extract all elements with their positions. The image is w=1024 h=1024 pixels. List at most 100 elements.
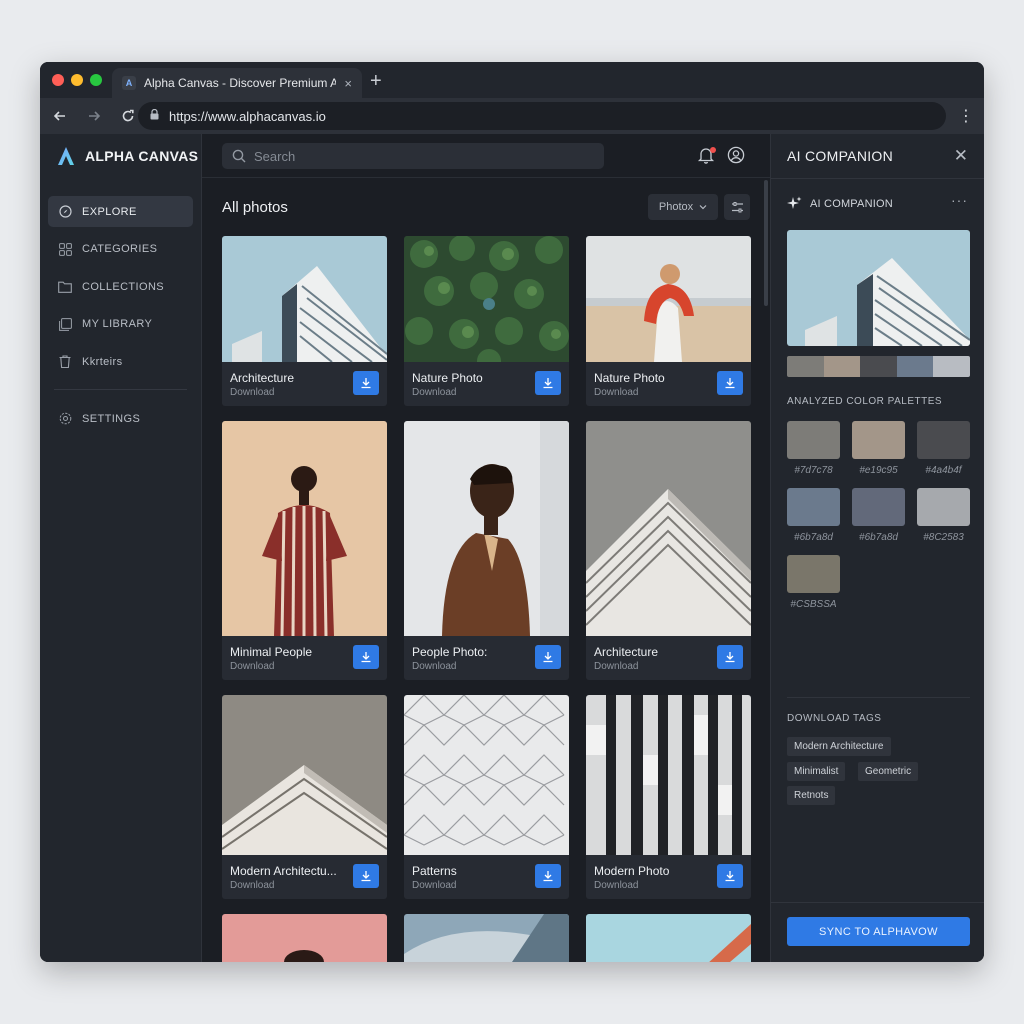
sparkle-icon <box>787 196 802 209</box>
photo-title: Modern Photo <box>594 864 670 878</box>
download-icon <box>361 652 371 663</box>
tag-chip[interactable]: Minimalist <box>787 762 846 781</box>
photo-title: People Photo: <box>412 645 488 659</box>
download-button[interactable] <box>353 371 379 395</box>
download-icon <box>725 378 735 389</box>
tag-chip[interactable]: Geometric <box>858 762 919 781</box>
download-button[interactable] <box>353 645 379 669</box>
swatch-hex: #6b7a8d <box>859 532 898 543</box>
photo-card[interactable]: Modern Architectu... Download <box>222 695 387 899</box>
close-window-button[interactable] <box>52 74 64 86</box>
photo-card[interactable]: Modern Photo Download <box>586 695 751 899</box>
sidebar-nav: EXPLORE CATEGORIES COLLECTIONS MY LIBRAR… <box>48 196 193 441</box>
download-icon <box>543 871 553 882</box>
search-input[interactable] <box>254 148 574 164</box>
photo-thumbnail <box>222 236 387 362</box>
arrow-left-icon <box>53 111 65 121</box>
filter-settings-button[interactable] <box>724 194 750 220</box>
color-swatch[interactable]: #6b7a8d <box>852 488 905 543</box>
sidebar-item-explore[interactable]: EXPLORE <box>48 196 193 227</box>
palette-strip-color <box>787 356 824 377</box>
download-button[interactable] <box>717 864 743 888</box>
photo-meta: Modern Photo Download <box>586 855 751 899</box>
tab-strip: A Alpha Canvas - Discover Premium Assets… <box>40 62 984 98</box>
photo-card[interactable]: Nature Photo Download <box>586 236 751 406</box>
download-button[interactable] <box>535 864 561 888</box>
download-button[interactable] <box>535 645 561 669</box>
photo-meta: Minimal People Download <box>222 636 387 680</box>
browser-window: A Alpha Canvas - Discover Premium Assets… <box>40 62 984 962</box>
photo-card[interactable]: Patterns Download <box>404 695 569 899</box>
selected-photo-preview <box>787 230 970 346</box>
download-button[interactable] <box>717 645 743 669</box>
photo-thumbnail <box>586 914 751 962</box>
filter-value: Photox <box>658 201 694 213</box>
library-icon <box>58 317 72 331</box>
account-button[interactable] <box>727 146 747 166</box>
favicon-icon: A <box>122 76 136 90</box>
photo-card[interactable] <box>404 914 569 962</box>
sidebar-item-categories[interactable]: CATEGORIES <box>48 234 193 265</box>
maximize-window-button[interactable] <box>90 74 102 86</box>
color-swatch[interactable]: #e19c95 <box>852 421 905 476</box>
sync-button[interactable]: SYNC TO ALPHAVOW <box>787 917 970 946</box>
window-controls <box>52 74 102 86</box>
photo-title: Minimal People <box>230 645 313 659</box>
photo-meta: Modern Architectu... Download <box>222 855 387 899</box>
sidebar-item-label: EXPLORE <box>82 205 137 218</box>
tag-chip[interactable]: Modern Architecture <box>787 737 891 756</box>
color-swatch[interactable]: #4a4b4f <box>917 421 970 476</box>
photo-title: Nature Photo <box>594 371 665 385</box>
panel-footer: SYNC TO ALPHAVOW <box>771 902 984 962</box>
palette-strip-color <box>933 356 970 377</box>
swatch-color <box>787 421 840 459</box>
photo-card[interactable]: Minimal People Download <box>222 421 387 680</box>
photo-card[interactable]: Architecture Download <box>586 421 751 680</box>
sidebar-item-trash[interactable]: Kkrteirs <box>48 346 193 377</box>
download-icon <box>725 871 735 882</box>
panel-subheader: AI COMPANION <box>787 196 893 211</box>
tag-chip[interactable]: Retnots <box>787 786 836 805</box>
back-button[interactable] <box>46 102 74 130</box>
scrollbar[interactable] <box>764 180 768 306</box>
more-options-icon[interactable]: ··· <box>951 192 968 208</box>
sidebar-item-label: COLLECTIONS <box>82 280 165 293</box>
browser-menu-icon[interactable]: ⋮ <box>958 106 974 126</box>
download-button[interactable] <box>353 864 379 888</box>
minimize-window-button[interactable] <box>71 74 83 86</box>
sidebar-item-settings[interactable]: SETTINGS <box>48 403 193 434</box>
swatch-hex: #7d7c78 <box>794 465 833 476</box>
photo-thumbnail <box>222 914 387 962</box>
notifications-button[interactable] <box>697 146 717 166</box>
color-swatch[interactable]: #6b7a8d <box>787 488 840 543</box>
trash-icon <box>58 355 72 369</box>
color-swatch[interactable]: #CSBSSA <box>787 555 840 610</box>
photo-card[interactable]: Architecture Download <box>222 236 387 406</box>
new-tab-button[interactable]: + <box>370 70 382 92</box>
color-swatch[interactable]: #7d7c78 <box>787 421 840 476</box>
app-logo[interactable]: ALPHA CANVAS <box>56 146 198 166</box>
url-field[interactable]: https://www.alphacanvas.io <box>138 102 946 130</box>
photo-card[interactable]: Nature Photo Download <box>404 236 569 406</box>
tab-close-icon[interactable]: × <box>344 76 352 91</box>
download-button[interactable] <box>535 371 561 395</box>
sidebar-item-my-library[interactable]: MY LIBRARY <box>48 309 193 340</box>
browser-tab[interactable]: A Alpha Canvas - Discover Premium Assets… <box>112 68 362 98</box>
close-icon[interactable]: ✕ <box>954 146 968 166</box>
forward-button[interactable] <box>80 102 108 130</box>
swatch-hex: #e19c95 <box>859 465 898 476</box>
arrow-right-icon <box>89 111 101 121</box>
photo-card[interactable] <box>222 914 387 962</box>
filter-dropdown[interactable]: Photox <box>648 194 718 220</box>
color-swatch[interactable]: #8C2583 <box>917 488 970 543</box>
search-box[interactable] <box>222 143 604 169</box>
panel-title: AI COMPANION <box>787 148 894 164</box>
sidebar-item-collections[interactable]: COLLECTIONS <box>48 271 193 302</box>
photo-card[interactable] <box>586 914 751 962</box>
url-text: https://www.alphacanvas.io <box>169 108 326 124</box>
swatch-color <box>852 421 905 459</box>
photo-thumbnail <box>222 421 387 636</box>
photo-card[interactable]: People Photo: Download <box>404 421 569 680</box>
download-button[interactable] <box>717 371 743 395</box>
notification-badge <box>710 147 716 153</box>
